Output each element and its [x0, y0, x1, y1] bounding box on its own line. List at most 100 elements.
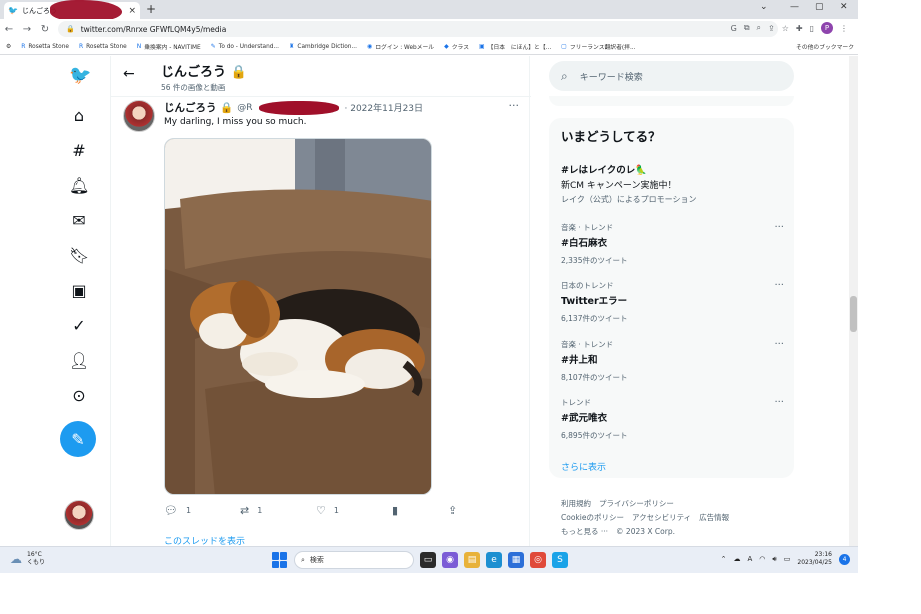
address-bar[interactable]: 🔒 twitter.com/Rnrxe GFWfLQM4y5/media — [58, 21, 778, 37]
bookmark-item[interactable]: N 乗換案内 - NAVITIME — [137, 42, 201, 51]
search-input[interactable]: ⌕ キーワード検索 — [549, 61, 794, 91]
back-icon[interactable]: ← — [0, 24, 18, 35]
footer-link[interactable]: アクセシビリティ — [632, 513, 691, 522]
translate-icon[interactable]: ⧉ — [744, 23, 750, 33]
lists-icon[interactable]: ▣ — [69, 281, 89, 301]
trend-item[interactable]: 日本のトレンド Twitterエラー 6,137件のツイート ··· — [561, 280, 786, 332]
share-button[interactable]: ⇪ — [448, 504, 457, 517]
footer-link[interactable]: Cookieのポリシー — [561, 513, 624, 522]
skype-icon[interactable]: S — [552, 552, 568, 568]
google-icon[interactable]: G — [731, 24, 737, 33]
analytics-button[interactable]: ▮ — [392, 504, 398, 517]
chrome-icon[interactable]: ◎ — [530, 552, 546, 568]
trend-name: #井上和 — [561, 355, 598, 366]
other-bookmarks[interactable]: その他のブックマーク — [796, 42, 854, 51]
tab-close-icon[interactable]: × — [128, 6, 136, 16]
profile-icon[interactable]: 👤︎ — [69, 351, 89, 371]
messages-envelope-icon[interactable]: ✉ — [69, 211, 89, 231]
taskbar-search[interactable]: ⌕ 検索 — [294, 551, 414, 569]
home-icon[interactable]: ⌂ — [69, 106, 89, 126]
file-explorer-icon[interactable]: ▤ — [464, 552, 480, 568]
tweet-date[interactable]: · 2022年11月23日 — [345, 101, 424, 114]
footer-link[interactable]: 利用規約 — [561, 499, 591, 508]
bookmark-item[interactable]: ♜ Cambridge Diction... — [289, 43, 357, 50]
footer-link[interactable]: もっと見る ··· — [561, 527, 608, 536]
verified-icon[interactable]: ✓ — [69, 316, 89, 336]
trend-more-icon[interactable]: ··· — [774, 339, 784, 350]
share-icon[interactable]: ⇪ — [768, 24, 775, 33]
tweet-avatar[interactable] — [123, 100, 155, 132]
profile-avatar[interactable]: P — [821, 22, 833, 34]
explore-hashtag-icon[interactable]: # — [69, 141, 89, 161]
tweet-handle[interactable]: @R — [237, 103, 252, 113]
tweet-more-icon[interactable]: ··· — [509, 99, 520, 112]
bookmark-label: 乗換案内 - NAVITIME — [144, 45, 201, 51]
trend-item[interactable]: 音楽 · トレンド #井上和 8,107件のツイート ··· — [561, 339, 786, 391]
extensions-icon[interactable]: ✚ — [796, 24, 803, 33]
retweet-icon: ⇄ — [240, 504, 250, 517]
account-avatar[interactable] — [64, 500, 94, 530]
trends-title: いまどうしてる？ — [561, 129, 661, 144]
menu-icon[interactable]: ⋮ — [840, 24, 848, 33]
wifi-icon[interactable]: ◠ — [759, 555, 765, 563]
retweet-button[interactable]: ⇄ 1 — [240, 504, 262, 517]
trend-more-icon[interactable]: ··· — [774, 222, 784, 233]
trend-item[interactable]: 音楽 · トレンド #白石麻衣 2,335件のツイート ··· — [561, 222, 786, 274]
show-more-link[interactable]: さらに表示 — [561, 460, 606, 473]
edge-icon[interactable]: e — [486, 552, 502, 568]
zoom-icon[interactable]: ⌕ — [757, 23, 761, 33]
trend-item[interactable]: トレンド #武元唯衣 6,895件のツイート ··· — [561, 397, 786, 449]
battery-icon[interactable]: ▭ — [784, 555, 791, 563]
twitter-logo-icon[interactable]: 🐦 — [69, 66, 91, 86]
task-view-icon[interactable]: ▭ — [420, 552, 436, 568]
scroll-thumb[interactable] — [850, 296, 857, 332]
reply-button[interactable]: 💬︎ 1 — [164, 504, 191, 517]
language-icon[interactable]: A — [747, 555, 752, 563]
bookmarks-icon[interactable]: 🔖︎ — [69, 246, 89, 266]
tab-search-icon[interactable]: ⌄ — [760, 2, 768, 12]
compose-tweet-button[interactable]: ✎ — [60, 421, 96, 457]
weather-widget[interactable]: ☁ 16°C くもり — [10, 551, 45, 567]
bookmark-item[interactable]: ▣ 【日本 にほん】と【... — [479, 42, 551, 51]
tweet-author-name[interactable]: じんごろう 🔒 — [164, 100, 233, 115]
apps-icon[interactable]: ⚙ — [6, 44, 11, 50]
promo-trend-name[interactable]: #レはレイクのレ🦜 — [561, 162, 647, 176]
close-window-button[interactable]: ✕ — [840, 2, 848, 12]
reload-icon[interactable]: ↻ — [36, 24, 54, 35]
star-icon[interactable]: ☆ — [782, 24, 789, 33]
retweet-count: 1 — [257, 506, 263, 515]
sleeping-beagle-image — [165, 139, 431, 494]
promo-by[interactable]: レイク（公式）によるプロモーション — [561, 194, 696, 205]
footer-link[interactable]: プライバシーポリシー — [599, 499, 674, 508]
clock[interactable]: 23:16 2023/04/25 — [797, 551, 832, 567]
footer-link[interactable]: 広告情報 — [699, 513, 729, 522]
tray-chevron-icon[interactable]: ⌃ — [721, 555, 727, 563]
trend-more-icon[interactable]: ··· — [774, 397, 784, 408]
more-circle-icon[interactable]: ⊙ — [69, 386, 89, 406]
bookmark-item[interactable]: ▢ フリーランス翻訳者(拝... — [561, 42, 635, 51]
minimize-button[interactable]: — — [790, 2, 799, 12]
show-thread-link[interactable]: このスレッドを表示 — [164, 534, 245, 546]
tweet-photo[interactable] — [164, 138, 432, 495]
bookmark-item[interactable]: ◆ クラス — [444, 42, 469, 51]
bookmark-item[interactable]: R Rosetta Stone — [79, 43, 127, 50]
back-arrow-icon[interactable]: ← — [123, 66, 135, 82]
trend-more-icon[interactable]: ··· — [774, 280, 784, 291]
bookmark-item[interactable]: ◉ ログイン : Webメール — [367, 42, 434, 51]
notification-badge[interactable]: 4 — [839, 553, 850, 565]
start-icon[interactable] — [272, 552, 288, 568]
new-tab-button[interactable]: + — [146, 2, 156, 16]
store-icon[interactable]: ▦ — [508, 552, 524, 568]
tweet[interactable]: じんごろう 🔒 @R · 2022年11月23日 ··· My darling,… — [111, 96, 531, 546]
sidepanel-icon[interactable]: ▯ — [810, 24, 814, 33]
page-scrollbar[interactable] — [849, 56, 858, 546]
forward-icon[interactable]: → — [18, 24, 36, 35]
bookmark-item[interactable]: ✎ To do - Understand... — [211, 43, 279, 50]
bookmark-item[interactable]: R Rosetta Stone — [21, 43, 69, 50]
like-button[interactable]: ♡ 1 — [316, 504, 339, 517]
volume-icon[interactable]: 🔊︎ — [772, 555, 776, 564]
onedrive-icon[interactable]: ☁ — [733, 555, 740, 563]
chat-icon[interactable]: ◉ — [442, 552, 458, 568]
maximize-button[interactable]: ▢ — [815, 2, 824, 12]
notifications-bell-icon[interactable]: 🔔︎ — [69, 176, 89, 196]
